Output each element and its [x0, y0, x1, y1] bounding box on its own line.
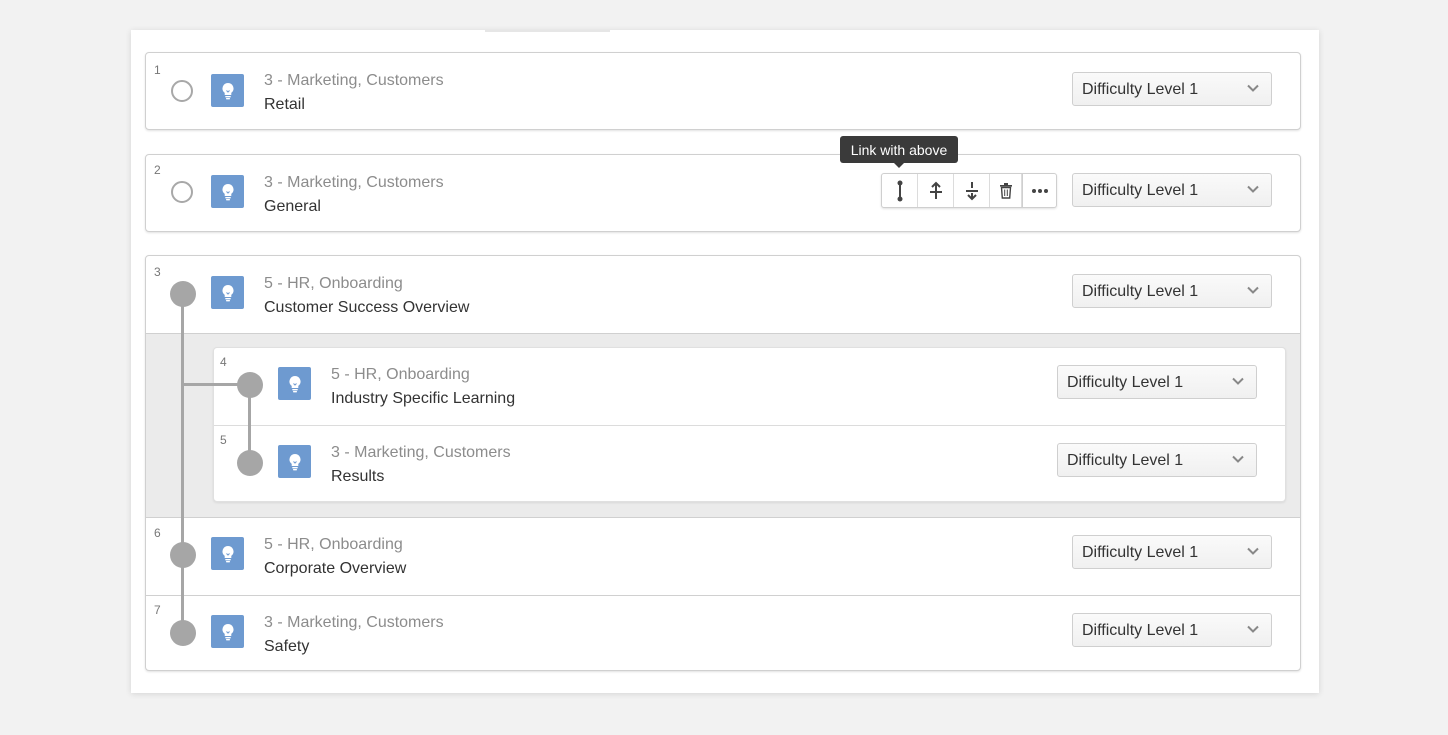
select-radio[interactable] — [171, 181, 193, 203]
link-vertical-icon — [897, 180, 902, 201]
link-node — [170, 620, 196, 646]
link-node — [170, 542, 196, 568]
difficulty-select[interactable]: Difficulty Level 1 — [1057, 365, 1257, 399]
difficulty-select[interactable]: Difficulty Level 1 — [1072, 613, 1272, 647]
tooltip-text: Link with above — [850, 141, 948, 158]
move-down-button[interactable] — [954, 174, 990, 207]
chevron-down-icon — [1247, 625, 1259, 633]
item-number: 5 — [220, 433, 227, 447]
chevron-down-icon — [1232, 455, 1244, 463]
difficulty-value: Difficulty Level 1 — [1082, 622, 1199, 639]
lightbulb-icon — [211, 74, 244, 107]
item-title: Corporate Overview — [264, 560, 407, 577]
lightbulb-icon — [211, 615, 244, 648]
link-with-above-button[interactable] — [882, 174, 918, 207]
item-number: 1 — [154, 63, 161, 77]
list-item[interactable]: 1 3 - Marketing, Customers Retail Diffic… — [145, 52, 1301, 130]
item-number: 3 — [154, 265, 161, 279]
difficulty-select[interactable]: Difficulty Level 1 — [1072, 535, 1272, 569]
item-number: 7 — [154, 603, 161, 617]
item-category: 5 - HR, Onboarding — [331, 366, 470, 383]
item-number: 4 — [220, 355, 227, 369]
chevron-down-icon — [1232, 377, 1244, 385]
list-item[interactable]: 4 5 - HR, Onboarding Industry Specific L… — [146, 347, 1300, 424]
chevron-down-icon — [1247, 84, 1259, 92]
move-down-icon — [965, 181, 978, 200]
chevron-down-icon — [1247, 547, 1259, 555]
list-item[interactable]: 5 3 - Marketing, Customers Results Diffi… — [146, 425, 1300, 502]
difficulty-select[interactable]: Difficulty Level 1 — [1072, 72, 1272, 106]
difficulty-value: Difficulty Level 1 — [1067, 374, 1184, 391]
move-up-icon — [929, 181, 942, 199]
item-category: 3 - Marketing, Customers — [264, 174, 444, 191]
difficulty-value: Difficulty Level 1 — [1082, 544, 1199, 561]
linked-group: 3 5 - HR, Onboarding Customer Success Ov… — [145, 255, 1301, 671]
item-category: 3 - Marketing, Customers — [331, 444, 511, 461]
item-title: Industry Specific Learning — [331, 390, 516, 407]
delete-button[interactable] — [990, 174, 1022, 207]
item-category: 3 - Marketing, Customers — [264, 72, 444, 89]
lightbulb-icon — [211, 276, 244, 309]
lightbulb-icon — [278, 445, 311, 478]
chevron-down-icon — [1247, 286, 1259, 294]
item-category: 3 - Marketing, Customers — [264, 614, 444, 631]
difficulty-value: Difficulty Level 1 — [1082, 182, 1199, 199]
chevron-down-icon — [1247, 185, 1259, 193]
tooltip: Link with above — [840, 136, 958, 168]
item-title: Customer Success Overview — [264, 299, 470, 316]
difficulty-value: Difficulty Level 1 — [1067, 452, 1184, 469]
item-title: General — [264, 198, 321, 215]
link-node — [237, 372, 263, 398]
item-number: 2 — [154, 163, 161, 177]
link-node — [237, 450, 263, 476]
difficulty-select[interactable]: Difficulty Level 1 — [1057, 443, 1257, 477]
list-item[interactable]: 7 3 - Marketing, Customers Safety Diffic… — [146, 596, 1300, 672]
trash-icon — [999, 182, 1012, 199]
difficulty-select[interactable]: Difficulty Level 1 — [1072, 173, 1272, 207]
difficulty-value: Difficulty Level 1 — [1082, 81, 1199, 98]
lightbulb-icon — [278, 367, 311, 400]
divider — [146, 333, 1300, 334]
list-item[interactable]: 2 3 - Marketing, Customers General Diffi… — [145, 154, 1301, 232]
difficulty-value: Difficulty Level 1 — [1082, 283, 1199, 300]
list-item[interactable]: 3 5 - HR, Onboarding Customer Success Ov… — [146, 256, 1300, 333]
difficulty-select[interactable]: Difficulty Level 1 — [1072, 274, 1272, 308]
item-category: 5 - HR, Onboarding — [264, 536, 403, 553]
more-button[interactable] — [1022, 174, 1056, 207]
lightbulb-icon — [211, 537, 244, 570]
item-action-toolbar — [881, 173, 1057, 208]
link-node — [170, 281, 196, 307]
panel-tab-indicator — [485, 30, 610, 32]
select-radio[interactable] — [171, 80, 193, 102]
item-title: Results — [331, 468, 385, 485]
item-title: Safety — [264, 638, 310, 655]
item-number: 6 — [154, 526, 161, 540]
item-title: Retail — [264, 96, 305, 113]
more-icon — [1031, 188, 1048, 193]
move-up-button[interactable] — [918, 174, 954, 207]
item-category: 5 - HR, Onboarding — [264, 275, 403, 292]
lightbulb-icon — [211, 175, 244, 208]
list-item[interactable]: 6 5 - HR, Onboarding Corporate Overview … — [146, 518, 1300, 595]
